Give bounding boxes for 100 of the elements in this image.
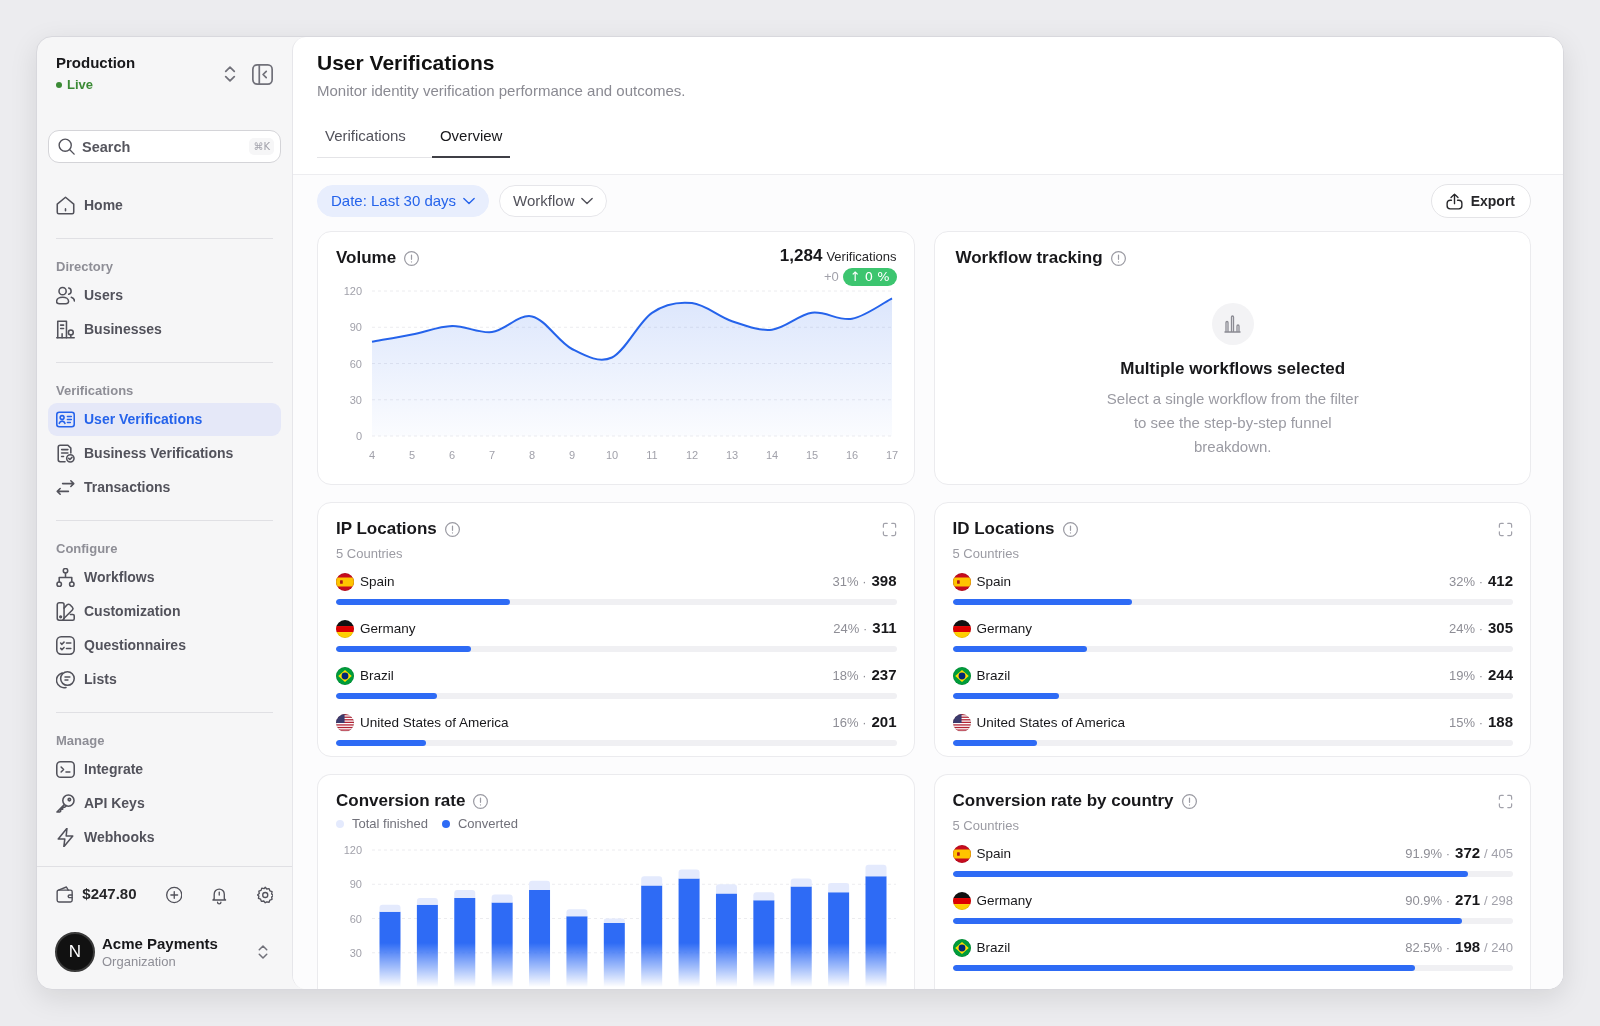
wallet-icon [56, 884, 74, 905]
sidebar-toggle-icon[interactable] [252, 63, 273, 85]
count-value: 201 [871, 712, 897, 732]
card-subtitle: 5 Countries [336, 546, 404, 562]
card-title: IP Locations [336, 518, 437, 540]
axis-label: 9 [568, 449, 576, 461]
axis-label: 120 [343, 844, 362, 856]
section-label: Configure [55, 541, 119, 557]
axis-label: 5 [408, 449, 416, 461]
flag-icon [952, 938, 971, 957]
expand-icon[interactable] [1498, 521, 1513, 537]
percent-value: 24% · [1449, 620, 1483, 638]
nav-item[interactable]: Workflows [48, 561, 281, 594]
nav-item[interactable]: Questionnaires [48, 629, 281, 662]
flag-icon [336, 572, 354, 591]
nav-item[interactable]: Customization [48, 595, 281, 628]
axis-label: 11 [646, 449, 658, 461]
percent-value: 24% · [833, 620, 868, 638]
card-subtitle: 5 Countries [952, 546, 1020, 562]
nav-item[interactable]: Integrate [48, 753, 281, 786]
total-value: / 298 [1484, 892, 1513, 910]
id-card-icon [56, 410, 75, 429]
percent-value: 90.9% · [1405, 892, 1451, 910]
status-dot-icon [56, 82, 62, 88]
card-subtitle: 5 Countries [952, 818, 1020, 834]
settings-icon[interactable] [256, 884, 273, 905]
filter-button[interactable]: Date: Last 30 days [317, 185, 490, 217]
country-name: Spain [976, 572, 1012, 591]
nav-item[interactable]: Lists [48, 663, 281, 696]
empty-text: Select a single workflow from the filter to see the step-by-step funnel breakdown. [1105, 389, 1360, 457]
count-value: 311 [872, 618, 897, 638]
axis-label: 13 [725, 449, 739, 461]
hierarchy-icon [56, 568, 75, 587]
tab[interactable]: Overview [431, 116, 511, 158]
axis-label: 8 [528, 449, 536, 461]
info-icon [1110, 250, 1126, 266]
axis-label: 4 [368, 449, 376, 461]
card-title: Volume [336, 247, 397, 269]
count-value: 198 [1455, 937, 1481, 957]
nav-item[interactable]: Business Verifications [48, 437, 281, 470]
nav-item[interactable]: Transactions [48, 471, 281, 504]
nav-item[interactable]: User Verifications [48, 403, 281, 436]
flag-icon [952, 666, 971, 685]
country-name: Germany [976, 891, 1033, 910]
total-label: Verifications [826, 248, 897, 266]
export-button[interactable]: Export [1430, 184, 1531, 218]
chevron-up-down-icon[interactable] [256, 945, 270, 959]
tab[interactable]: Verifications [317, 116, 414, 158]
axis-label: 15 [805, 449, 819, 461]
count-value: 412 [1487, 571, 1513, 591]
percent-value: 31% · [832, 573, 867, 591]
country-name: Brazil [976, 666, 1011, 685]
avatar: N [55, 932, 95, 972]
shortcut-hint: ⌘K [249, 138, 274, 155]
axis-label: 17 [885, 449, 898, 461]
axis-label: 10 [605, 449, 619, 461]
flag-icon [336, 713, 354, 732]
nav-item[interactable]: Webhooks [48, 821, 281, 854]
filter-button[interactable]: Workflow [499, 185, 608, 217]
section-label: Directory [55, 259, 115, 275]
change-value: +0 [823, 268, 839, 286]
nav-item[interactable]: Businesses [48, 313, 281, 346]
nav-item[interactable]: Users [48, 279, 281, 312]
axis-label: 60 [349, 912, 362, 925]
country-name: United States of America [976, 713, 1126, 732]
card-title: Workflow tracking [955, 247, 1103, 269]
legend-label: Converted [457, 816, 518, 832]
axis-label: 90 [349, 321, 362, 334]
key-icon [56, 794, 75, 813]
country-name: Germany [976, 619, 1033, 638]
axis-label: 0 [355, 430, 362, 442]
percent-value: 91.9% · [1405, 845, 1451, 863]
stacked-list-icon [56, 670, 75, 689]
nav-item[interactable]: API Keys [48, 787, 281, 820]
axis-label: 7 [488, 449, 496, 461]
page-title: User Verifications [317, 50, 496, 76]
count-value: 271 [1455, 890, 1481, 910]
percent-value: 18% · [832, 667, 867, 685]
info-icon [1062, 521, 1078, 537]
axis-label: 16 [845, 449, 859, 461]
nav-item[interactable]: Home [48, 189, 281, 222]
terminal-icon [56, 760, 75, 779]
total-value: / 405 [1484, 845, 1513, 863]
axis-label: 30 [349, 946, 362, 959]
card-title: Conversion rate by country [952, 790, 1174, 812]
org-role: Organization [102, 952, 177, 970]
count-value: 244 [1487, 665, 1513, 685]
expand-icon[interactable] [881, 521, 897, 537]
empty-title: Multiple workflows selected [1119, 358, 1347, 380]
count-value: 398 [871, 571, 897, 591]
expand-icon[interactable] [1498, 793, 1513, 809]
country-name: Brazil [360, 666, 394, 685]
percent-value: 82.5% · [1405, 939, 1451, 957]
count-value: 188 [1487, 712, 1513, 732]
users-icon [56, 286, 75, 305]
axis-label: 120 [343, 287, 362, 297]
search-icon [58, 138, 75, 155]
add-circle-icon[interactable] [165, 884, 183, 905]
country-name: Spain [976, 844, 1012, 863]
chevron-up-down-icon[interactable] [222, 66, 238, 82]
